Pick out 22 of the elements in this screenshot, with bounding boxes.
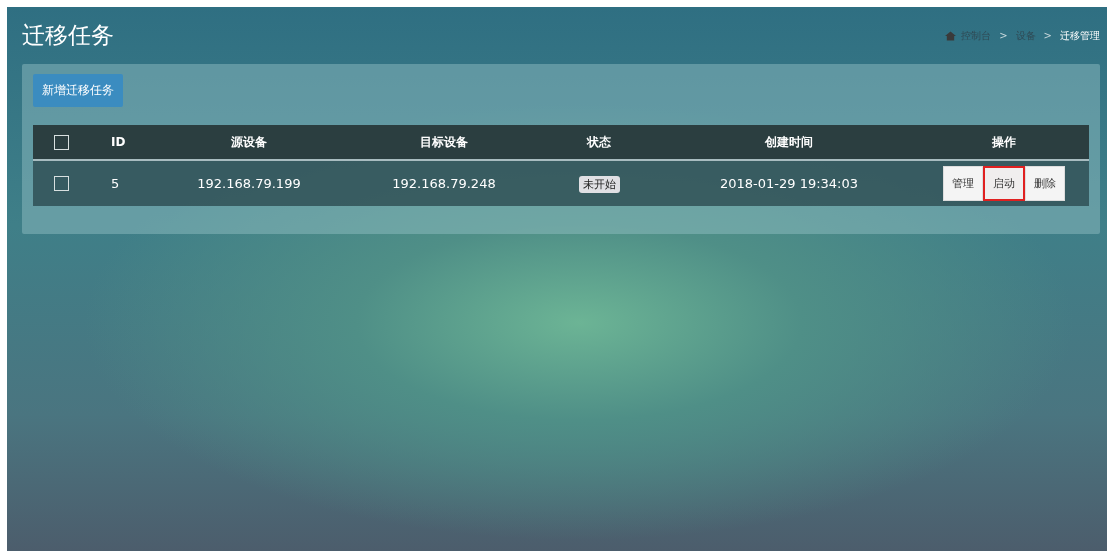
- table-cell-text: 5: [110, 176, 121, 191]
- action-button[interactable]: 删除: [1025, 166, 1065, 201]
- select-all-checkbox[interactable]: [53, 134, 69, 150]
- table-cell-text: 192.168.79.199: [196, 176, 302, 191]
- action-button[interactable]: 启动: [983, 166, 1025, 201]
- column-header: 目标设备: [419, 133, 469, 151]
- column-header: 创建时间: [764, 133, 814, 151]
- status-badge: 未开始: [578, 175, 620, 193]
- page-title: 迁移任务: [22, 21, 114, 50]
- column-header: 操作: [991, 133, 1017, 151]
- column-header: 源设备: [230, 133, 268, 151]
- column-header: ID: [110, 135, 127, 149]
- column-header: 状态: [585, 133, 612, 151]
- home-icon: [945, 30, 957, 41]
- breadcrumb-separator: >: [999, 30, 1008, 41]
- table-cell-text: 2018-01-29 19:34:03: [718, 176, 860, 191]
- add-task-button[interactable]: 新增迁移任务: [33, 74, 123, 107]
- breadcrumb-separator: >: [1043, 30, 1052, 41]
- breadcrumb-link[interactable]: 迁移管理: [1060, 28, 1100, 43]
- action-button[interactable]: 管理: [943, 166, 983, 201]
- row-checkbox[interactable]: [53, 176, 69, 191]
- table-cell-text: 192.168.79.248: [391, 176, 497, 191]
